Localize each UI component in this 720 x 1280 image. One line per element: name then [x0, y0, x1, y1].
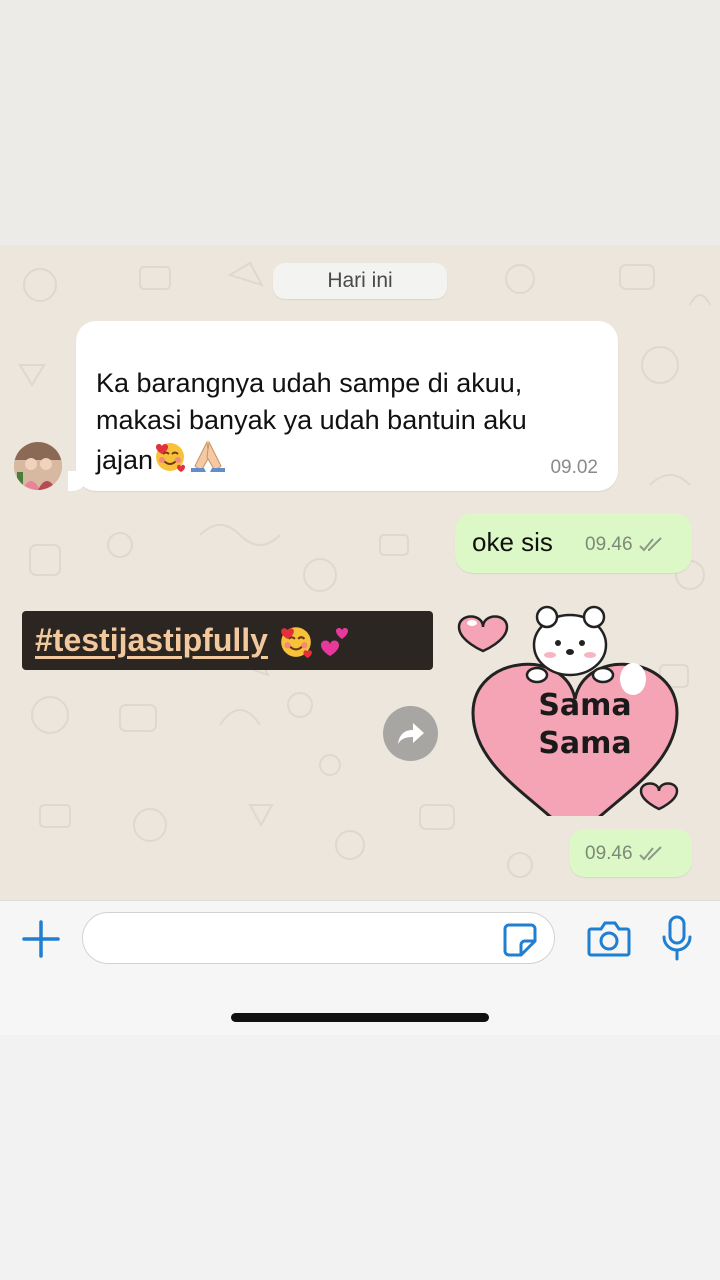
- read-receipt-icon: [638, 537, 662, 552]
- hashtag-overlay: #testijastipfully: [22, 611, 433, 670]
- incoming-message-time: 09.02: [550, 457, 598, 478]
- read-receipt-icon: [638, 846, 662, 861]
- whatsapp-chat-screenshot: Hari ini Ka barangnya udah sampe di akuu…: [0, 0, 720, 1280]
- contact-avatar[interactable]: [14, 442, 62, 490]
- incoming-message-bubble[interactable]: Ka barangnya udah sampe di akuu, makasi …: [68, 321, 618, 491]
- hashtag-text: #testijastipfully: [35, 622, 268, 658]
- two-hearts-icon: [320, 627, 348, 656]
- sama-sama-sticker[interactable]: Sama Sama: [455, 601, 687, 816]
- incoming-emojis: [153, 439, 227, 473]
- avatar-image: [14, 442, 62, 490]
- sticker-time-bubble: 09.46: [569, 829, 692, 877]
- outgoing-message-bubble[interactable]: oke sis 09.46: [455, 513, 692, 573]
- microphone-icon[interactable]: [660, 915, 694, 961]
- sticker-text-line-1: Sama: [538, 688, 632, 723]
- incoming-bubble-tail: [68, 471, 88, 491]
- message-composer-bar: [0, 900, 720, 1036]
- outgoing-message-time: 09.46: [585, 534, 633, 555]
- top-blank-area: [0, 0, 720, 245]
- hashtag-emojis: [278, 623, 354, 659]
- sticker-text-line-2: Sama: [538, 726, 632, 761]
- sticker-message-time: 09.46: [585, 843, 633, 864]
- bottom-blank-area: [0, 1035, 720, 1280]
- folded-hands-icon: [191, 440, 226, 472]
- forward-arrow-icon: [397, 722, 424, 744]
- sticker-icon[interactable]: [502, 922, 538, 958]
- date-divider: Hari ini: [273, 263, 447, 299]
- forward-button[interactable]: [383, 706, 438, 761]
- chat-area[interactable]: Hari ini Ka barangnya udah sampe di akuu…: [0, 245, 720, 900]
- outgoing-message-text: oke sis: [472, 527, 553, 557]
- plus-icon[interactable]: [20, 918, 62, 960]
- smiling-face-with-hearts-icon: [281, 626, 312, 658]
- message-input[interactable]: [82, 912, 555, 964]
- camera-icon[interactable]: [587, 919, 631, 959]
- home-indicator[interactable]: [231, 1013, 489, 1022]
- smiling-face-with-hearts-icon: [156, 443, 186, 472]
